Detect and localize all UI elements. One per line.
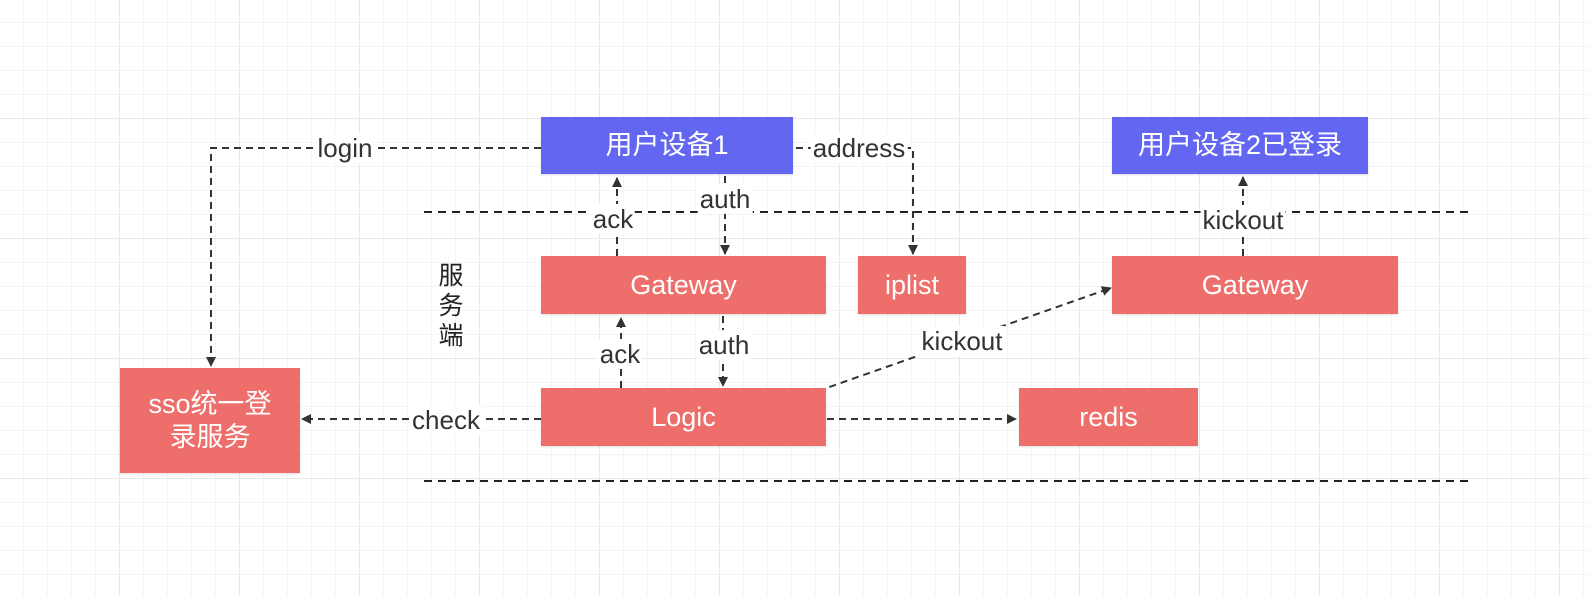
label-kickout-logic: kickout [919,326,1005,356]
edge-login [206,147,541,367]
node-redis[interactable]: redis [1019,388,1198,446]
label-auth-bottom: auth [696,330,752,360]
node-sso-label: sso统一登录服务 [148,388,272,452]
node-iplist[interactable]: iplist [858,256,966,314]
node-gateway-1[interactable]: Gateway [541,256,826,314]
node-sso-login-service[interactable]: sso统一登录服务 [120,368,300,473]
label-check: check [410,405,482,435]
node-gateway-2[interactable]: Gateway [1112,256,1398,314]
label-login: login [315,133,375,163]
node-device-2-logged-in[interactable]: 用户设备2已登录 [1112,117,1368,174]
label-kickout-device2: kickout [1200,205,1286,235]
node-device-1[interactable]: 用户设备1 [541,117,793,174]
label-auth-top: auth [697,184,753,214]
label-ack-top: ack [590,204,636,234]
server-zone-label: 服务端 [438,262,464,350]
label-address: address [810,133,908,163]
edge-address [796,147,918,255]
label-ack-bottom: ack [597,339,643,369]
node-logic[interactable]: Logic [541,388,826,446]
